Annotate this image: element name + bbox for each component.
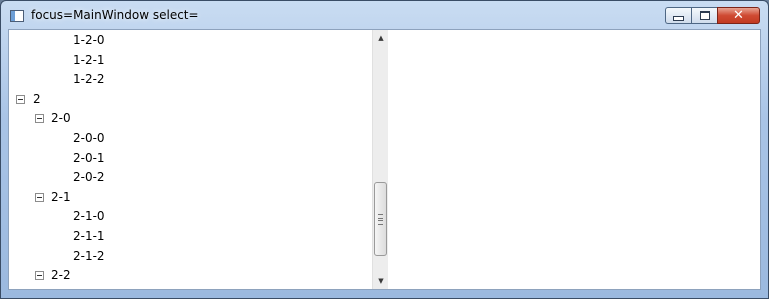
maximize-button[interactable] xyxy=(691,7,717,24)
scroll-grip-icon xyxy=(378,214,383,225)
close-icon: ✕ xyxy=(733,8,744,23)
scroll-down-button[interactable]: ▼ xyxy=(373,273,389,289)
tree-item[interactable]: 2-0-1 xyxy=(9,149,372,168)
tree-item[interactable]: 2 xyxy=(9,90,372,109)
scroll-down-icon: ▼ xyxy=(378,277,384,285)
window-title: focus=MainWindow select= xyxy=(31,8,199,22)
tree-item-label: 2-0-1 xyxy=(73,150,105,165)
window-app-icon[interactable] xyxy=(10,10,24,22)
collapse-toggle-icon[interactable] xyxy=(35,114,44,124)
collapse-toggle-icon[interactable] xyxy=(35,271,44,281)
tree-item-label: 2-0-2 xyxy=(73,170,105,185)
tree-view[interactable]: 1-2-0 1-2-1 1-2-2 2 2-0 2-0-0 2-0-1 2-0-2 2-1 2-1… xyxy=(9,30,372,289)
tree-item[interactable]: 1-2-1 xyxy=(9,51,372,70)
tree-item-label: 2-2 xyxy=(51,268,71,283)
tree-item[interactable]: 2-1-0 xyxy=(9,207,372,226)
title-bar[interactable]: focus=MainWindow select= ✕ xyxy=(1,1,768,29)
maximize-icon xyxy=(699,11,710,20)
tree-item[interactable]: 2-1-1 xyxy=(9,227,372,246)
tree-item-label: 2-1 xyxy=(51,189,71,204)
tree-item-label: 2-1-0 xyxy=(73,209,105,224)
tree-item[interactable]: 1-2-2 xyxy=(9,70,372,89)
content-pane xyxy=(388,30,760,289)
minimize-button[interactable] xyxy=(665,7,691,24)
caption-buttons: ✕ xyxy=(665,7,760,24)
tree-item[interactable]: 1-2-0 xyxy=(9,31,372,50)
collapse-toggle-icon[interactable] xyxy=(16,94,25,104)
tree-item[interactable]: 2-0 xyxy=(9,109,372,128)
tree-item[interactable]: 2-0-2 xyxy=(9,168,372,187)
tree-item-label: 1-2-0 xyxy=(73,33,105,47)
tree-item-label: 1-2-1 xyxy=(73,52,105,67)
scroll-thumb[interactable] xyxy=(374,182,387,256)
scroll-up-button[interactable]: ▲ xyxy=(373,30,389,46)
tree-item[interactable]: 2-1 xyxy=(9,188,372,207)
vertical-scrollbar[interactable]: ▲ ▼ xyxy=(372,30,388,289)
tree-item-label: 2-0-0 xyxy=(73,131,105,145)
collapse-toggle-icon[interactable] xyxy=(35,192,44,202)
tree-item-label: 2-1-1 xyxy=(73,229,105,243)
tree-item-label: 2 xyxy=(33,91,41,106)
minimize-icon xyxy=(673,16,684,21)
tree-item[interactable]: 2-2 xyxy=(9,266,372,285)
tree-item-label: 2-1-2 xyxy=(73,248,105,263)
tree-item[interactable]: 2-1-2 xyxy=(9,247,372,266)
close-button[interactable]: ✕ xyxy=(717,7,760,24)
tree-item[interactable]: 2-0-0 xyxy=(9,129,372,148)
client-area: 1-2-0 1-2-1 1-2-2 2 2-0 2-0-0 2-0-1 2-0-2 2-1 2-1… xyxy=(8,29,761,290)
main-window: focus=MainWindow select= ✕ 1-2-0 1-2-1 1-2… xyxy=(0,0,769,299)
scroll-up-icon: ▲ xyxy=(378,34,384,42)
tree-item-label: 2-0 xyxy=(51,111,71,126)
tree-item-label: 1-2-2 xyxy=(73,72,105,87)
